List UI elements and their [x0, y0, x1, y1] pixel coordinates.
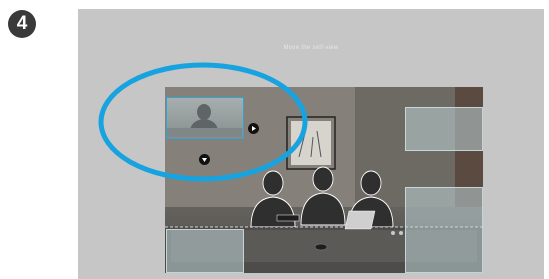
pip-position-bottom-left[interactable]	[166, 229, 244, 273]
step-number-badge: 4	[8, 10, 36, 38]
highlight-ellipse	[98, 62, 308, 182]
pip-position-top-right[interactable]	[405, 107, 483, 151]
screen-title: Move the self-view	[283, 45, 339, 51]
instruction-illustration: 4 Move the self-view	[0, 0, 549, 279]
pip-position-bottom-right[interactable]	[405, 187, 483, 273]
touch-screen: Move the self-view	[78, 9, 544, 279]
